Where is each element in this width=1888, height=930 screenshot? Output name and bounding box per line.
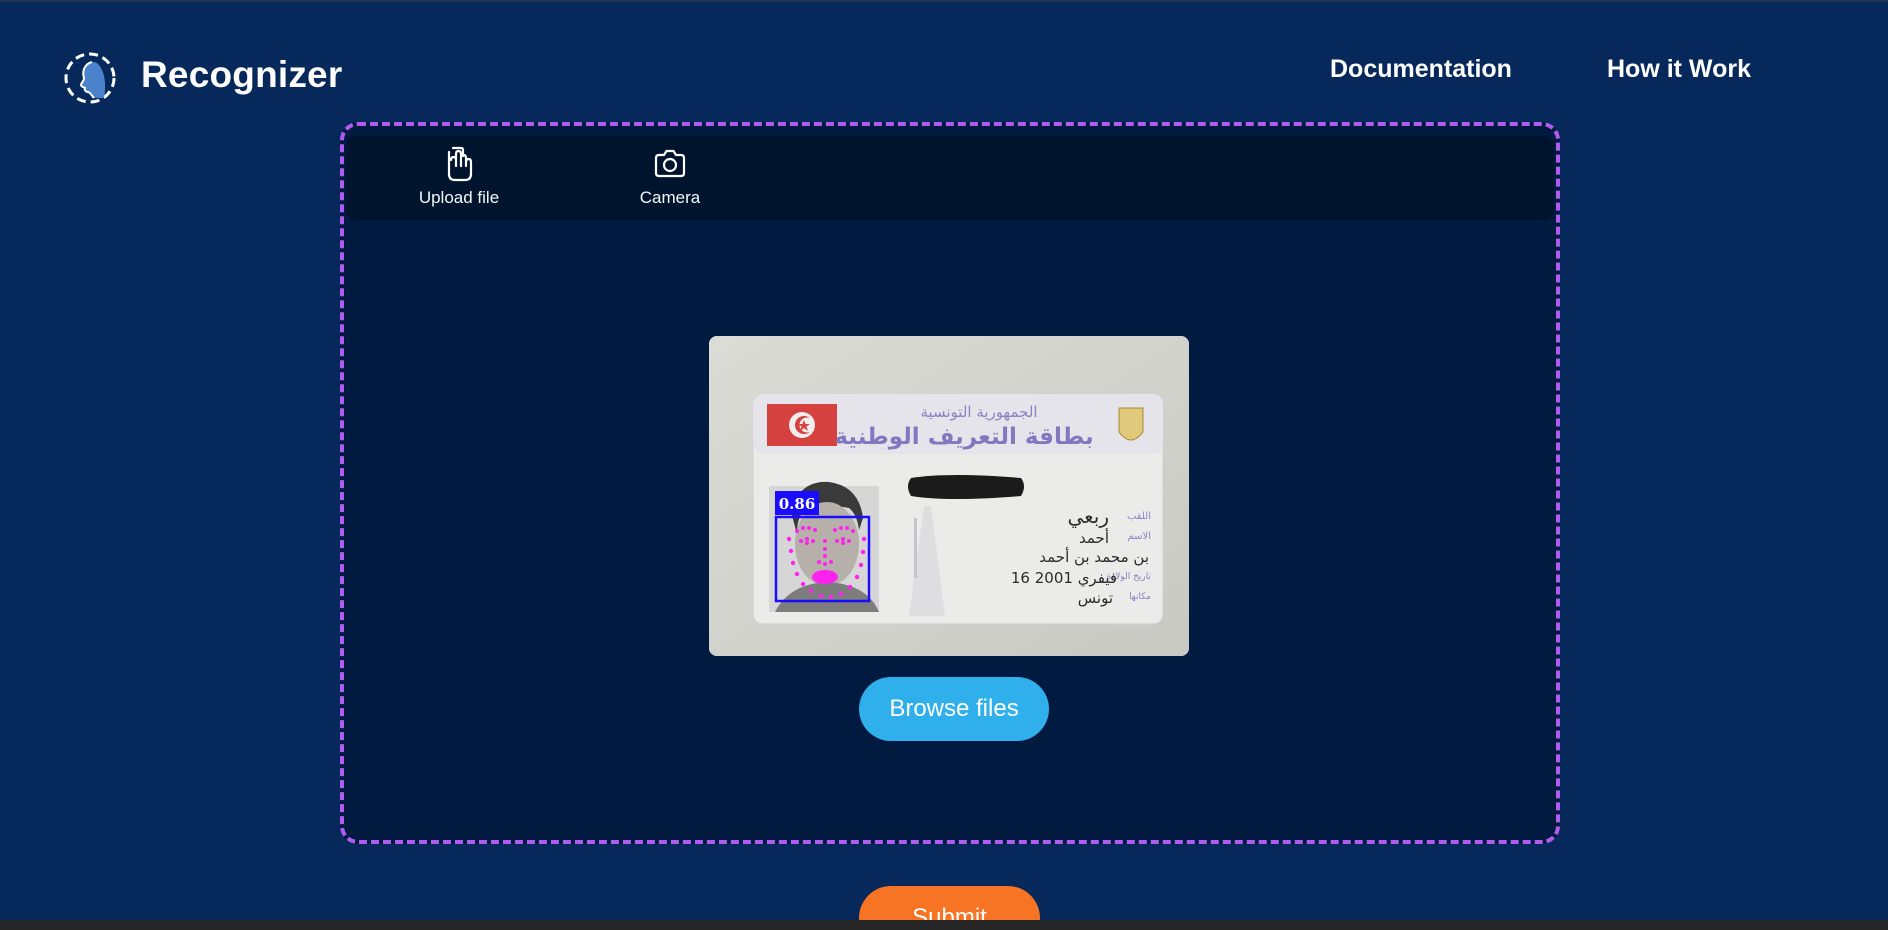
card-lineage: بن محمد بن أحمد [1039, 547, 1149, 566]
card-birthdate: 16 فيفري 2001 [1011, 569, 1117, 588]
nav-documentation-link[interactable]: Documentation [1330, 52, 1512, 86]
upload-file-label: Upload file [418, 188, 500, 207]
card-header-line2: بطاقة التعريف الوطنية [834, 424, 1093, 450]
brand-title[interactable]: Recognizer [141, 50, 342, 100]
touch-upload-icon [439, 144, 479, 184]
uploaded-id-card-preview: الجمهورية التونسية بطاقة التعريف الوطنية… [709, 336, 1189, 656]
upload-file-button[interactable]: Upload file [384, 138, 534, 214]
card-label-birthplace: مكانها [1129, 592, 1151, 602]
window-top-border [0, 0, 1888, 2]
card-header-line1: الجمهورية التونسية [920, 403, 1037, 421]
card-name: أحمد [1079, 528, 1109, 547]
card-label-surname: اللقب [1127, 511, 1151, 522]
camera-button[interactable]: Camera [595, 138, 745, 214]
camera-label: Camera [639, 188, 701, 207]
camera-icon [650, 144, 690, 184]
card-birthplace: تونس [1078, 589, 1113, 607]
file-dropzone[interactable]: Upload file Camera الجمهورية التونسية بط… [340, 122, 1560, 844]
detection-score-label: 0.86 [779, 495, 816, 513]
face-profile-logo-icon[interactable] [62, 50, 118, 106]
browse-files-button[interactable]: Browse files [859, 677, 1049, 741]
card-label-name: الاسم [1127, 531, 1151, 542]
nav-how-it-work-link[interactable]: How it Work [1607, 52, 1751, 86]
input-mode-bar: Upload file Camera [346, 136, 1554, 220]
window-bottom-bar [0, 920, 1888, 930]
card-surname: ربعي [1067, 504, 1109, 529]
